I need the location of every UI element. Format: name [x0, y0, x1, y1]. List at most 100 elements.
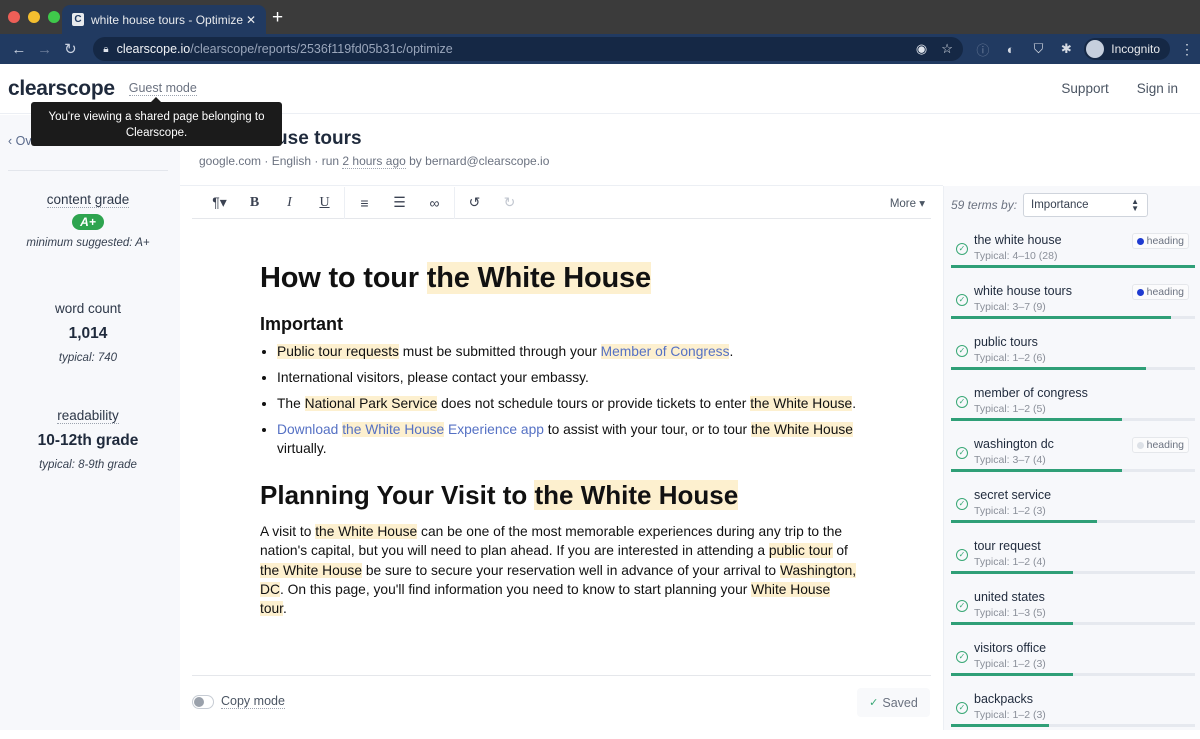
heading-badge-label: heading [1146, 439, 1184, 451]
term-name: public tours [974, 335, 1038, 349]
reload-icon[interactable]: ↻ [58, 40, 84, 58]
eye-slash-icon[interactable]: ◉ [916, 41, 927, 57]
download-app-link[interactable]: Download the White House Experience app [277, 422, 544, 437]
ordered-list-icon[interactable]: ≡ [347, 195, 382, 211]
list-item: Public tour requests must be submitted t… [277, 342, 860, 361]
link-icon[interactable]: ∞ [417, 195, 452, 211]
term-progress-fill [951, 724, 1049, 727]
shield-extension-icon[interactable]: ⛉ [1031, 41, 1047, 57]
report-meta-source: google.com · English · run [199, 154, 343, 168]
new-tab-button[interactable]: + [272, 7, 283, 29]
bold-button[interactable]: B [237, 195, 272, 211]
heading-dot-icon [1136, 237, 1144, 245]
term-item[interactable]: ✓ white house tours Typical: 3–7 (9) headin… [944, 280, 1200, 331]
back-arrow-icon[interactable]: ← [6, 41, 32, 58]
word-count-typical: typical: 740 [58, 352, 118, 364]
report-meta-author: by bernard@clearscope.io [405, 154, 550, 168]
content-grade-badge: A+ [72, 214, 104, 230]
term-name: secret service [974, 488, 1052, 502]
browser-tab-bar: C white house tours - Optimize ✕ + [0, 0, 1200, 34]
check-icon: ✓ [869, 697, 879, 709]
url-path: /clearscope/reports/2536f119fd05b31c/opt… [190, 42, 453, 56]
guest-mode-tooltip: You're viewing a shared page belonging t… [31, 97, 282, 146]
heading-dot-icon [1136, 288, 1144, 296]
term-item[interactable]: ✓ visitors office Typical: 1–2 (3) [944, 637, 1200, 688]
readability-label[interactable]: readability [57, 408, 119, 424]
term-item[interactable]: ✓ secret service Typical: 1–2 (3) [944, 484, 1200, 535]
term-progress-track [951, 367, 1195, 370]
term-item[interactable]: ✓ member of congress Typical: 1–2 (5) [944, 382, 1200, 433]
terms-list: ✓ the white house Typical: 4–10 (28) headin… [944, 229, 1200, 739]
check-circle-icon: ✓ [956, 702, 968, 714]
incognito-profile-button[interactable]: Incognito [1084, 38, 1170, 60]
term-progress-fill [951, 418, 1122, 421]
copy-mode-toggle[interactable]: Copy mode [192, 694, 285, 709]
minimize-window-button[interactable] [28, 11, 40, 23]
term-highlight: the White House [750, 422, 853, 437]
undo-icon[interactable]: ↺ [457, 194, 492, 211]
heading-dot-icon [1136, 441, 1144, 449]
puzzle-extensions-icon[interactable]: ✱ [1058, 41, 1074, 57]
support-link[interactable]: Support [1061, 81, 1108, 96]
term-item[interactable]: ✓ public tours Typical: 1–2 (6) [944, 331, 1200, 382]
term-item[interactable]: ✓ backpacks Typical: 1–2 (3) [944, 688, 1200, 739]
toolbar-separator [344, 186, 345, 219]
close-tab-icon[interactable]: ✕ [246, 13, 256, 27]
bullet-list-icon[interactable]: ☰ [382, 194, 417, 211]
paragraph-style-dropdown[interactable]: ¶▾ [202, 194, 237, 211]
term-name: the white house [974, 233, 1062, 247]
incognito-label: Incognito [1111, 42, 1160, 56]
star-bookmark-icon[interactable]: ☆ [941, 41, 953, 57]
content-grade-label[interactable]: content grade [46, 192, 130, 208]
check-circle-icon: ✓ [956, 294, 968, 306]
term-name: member of congress [974, 386, 1088, 400]
sort-by-select[interactable]: Importance ▲ ▼ [1023, 193, 1149, 217]
term-item[interactable]: ✓ tour request Typical: 1–2 (4) [944, 535, 1200, 586]
member-of-congress-link[interactable]: Member of Congress [600, 344, 730, 359]
browser-nav-bar: ← → ↻ 🔒︎ clearscope.io/clearscope/report… [0, 34, 1200, 64]
check-circle-icon: ✓ [956, 396, 968, 408]
forward-arrow-icon[interactable]: → [32, 41, 58, 58]
term-name: backpacks [974, 692, 1034, 706]
term-item[interactable]: ✓ the white house Typical: 4–10 (28) headin… [944, 229, 1200, 280]
term-typical: Typical: 1–2 (6) [974, 352, 1046, 364]
lock-icon: 🔒︎ [103, 43, 109, 55]
term-item[interactable]: ✓ united states Typical: 1–3 (5) [944, 586, 1200, 637]
term-name: washington dc [974, 437, 1054, 451]
maximize-window-button[interactable] [48, 11, 60, 23]
guest-mode-label[interactable]: Guest mode [128, 81, 197, 96]
readability-typical: typical: 8-9th grade [39, 459, 137, 471]
browser-menu-icon[interactable]: ⋮ [1180, 41, 1194, 58]
editor-area: white house tours google.com · English ·… [180, 115, 943, 730]
term-item[interactable]: ✓ washington dc Typical: 3–7 (4) heading [944, 433, 1200, 484]
sign-in-link[interactable]: Sign in [1137, 81, 1178, 96]
tab-title: white house tours - Optimize [91, 12, 244, 27]
term-progress-track [951, 316, 1195, 319]
italic-button[interactable]: I [272, 195, 307, 211]
s-extension-icon[interactable]: ◐ [1003, 42, 1019, 57]
clearscope-logo[interactable]: clearscope [8, 77, 115, 101]
address-bar[interactable]: 🔒︎ clearscope.io/clearscope/reports/2536… [93, 37, 963, 61]
term-typical: Typical: 3–7 (4) [974, 454, 1046, 466]
term-progress-fill [951, 469, 1122, 472]
close-window-button[interactable] [8, 11, 20, 23]
doc-bullet-list: Public tour requests must be submitted t… [260, 342, 860, 458]
term-highlight: the White House [534, 480, 739, 510]
check-circle-icon: ✓ [956, 243, 968, 255]
saved-status: ✓ Saved [857, 688, 930, 717]
copy-mode-switch[interactable] [192, 694, 214, 709]
underline-button[interactable]: U [307, 195, 342, 211]
check-circle-icon: ✓ [956, 447, 968, 459]
redo-icon[interactable]: ↻ [492, 194, 527, 211]
term-progress-track [951, 571, 1195, 574]
info-extension-icon[interactable]: ⓘ [975, 40, 991, 59]
list-item: Download the White House Experience app … [277, 420, 860, 458]
term-name: visitors office [974, 641, 1047, 655]
more-dropdown[interactable]: More ▾ [890, 196, 925, 210]
check-circle-icon: ✓ [956, 549, 968, 561]
term-progress-track [951, 724, 1195, 727]
check-circle-icon: ✓ [956, 651, 968, 663]
document-editor[interactable]: How to tour the White House Important Pu… [260, 260, 860, 618]
browser-tab[interactable]: C white house tours - Optimize ✕ [62, 5, 266, 34]
heading-badge: heading [1131, 233, 1189, 249]
